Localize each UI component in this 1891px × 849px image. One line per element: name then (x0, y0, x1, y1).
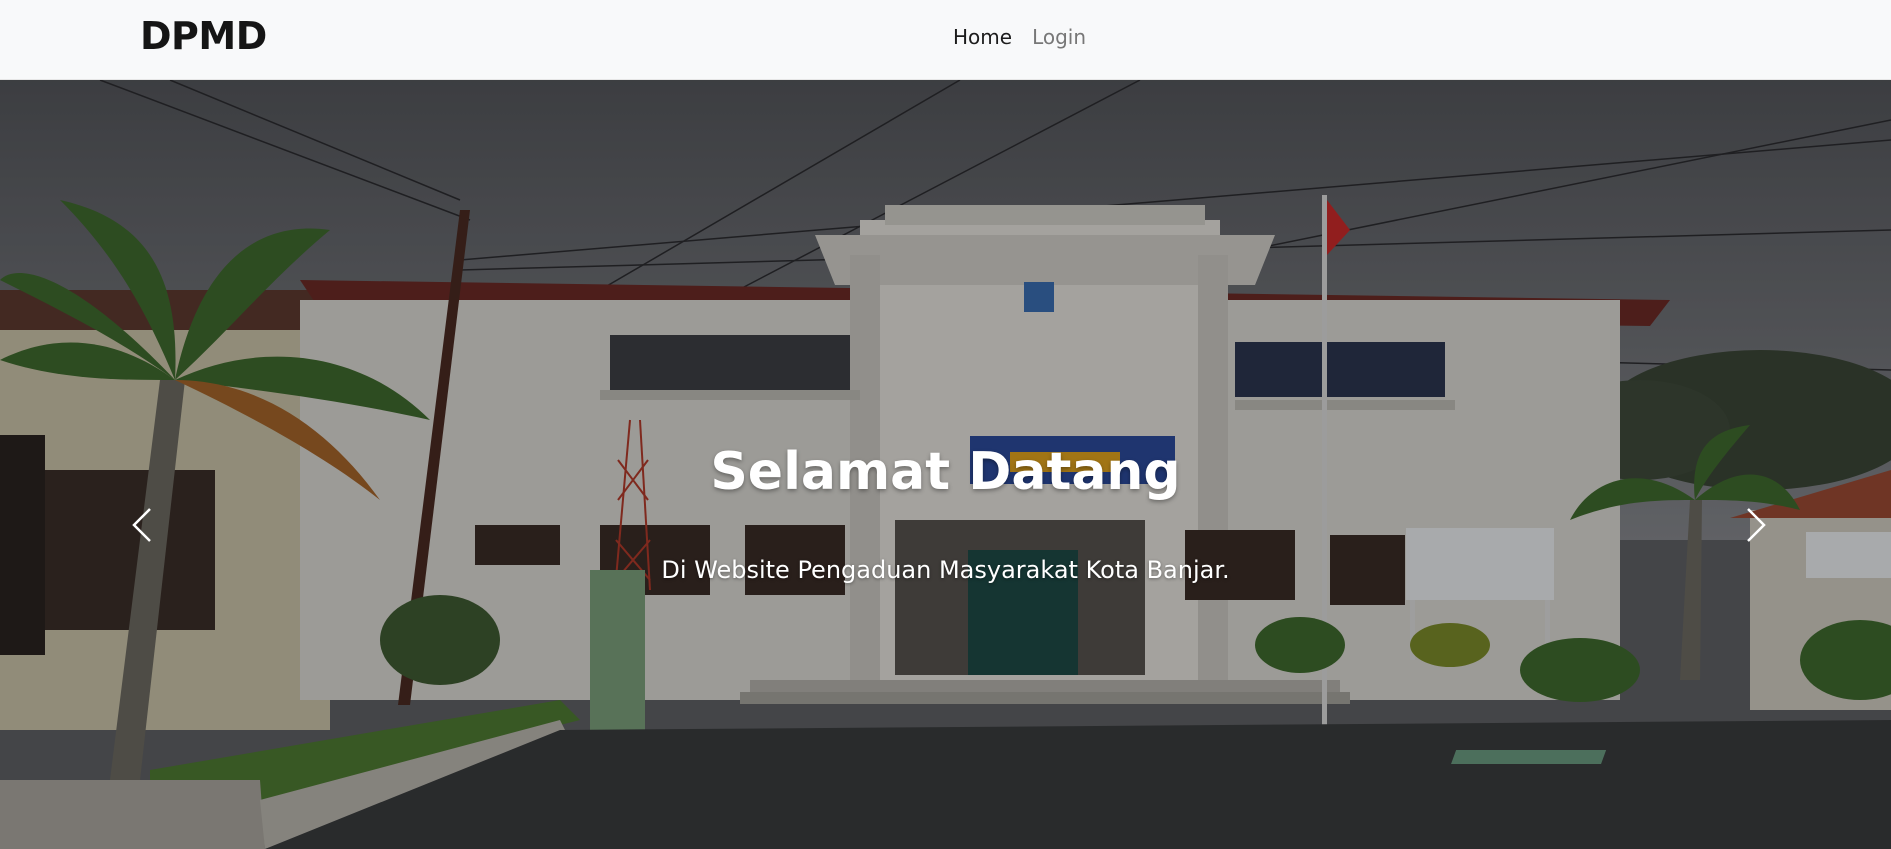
carousel-next-button[interactable] (1726, 490, 1786, 560)
chevron-right-icon (1747, 508, 1766, 542)
nav-link-home[interactable]: Home (953, 25, 1012, 49)
hero-title: Selamat Datang (710, 442, 1181, 502)
carousel-prev-button[interactable] (112, 490, 172, 560)
carousel-caption: Selamat Datang Di Website Pengaduan Masy… (0, 80, 1891, 849)
chevron-left-icon (132, 508, 151, 542)
nav-menu: Home Login (953, 25, 1086, 49)
nav-link-login[interactable]: Login (1032, 25, 1086, 49)
hero-carousel: Selamat Datang Di Website Pengaduan Masy… (0, 80, 1891, 849)
navbar: DPMD Home Login (0, 0, 1891, 80)
hero-subtitle: Di Website Pengaduan Masyarakat Kota Ban… (661, 556, 1230, 584)
brand-logo[interactable]: DPMD (140, 14, 267, 58)
